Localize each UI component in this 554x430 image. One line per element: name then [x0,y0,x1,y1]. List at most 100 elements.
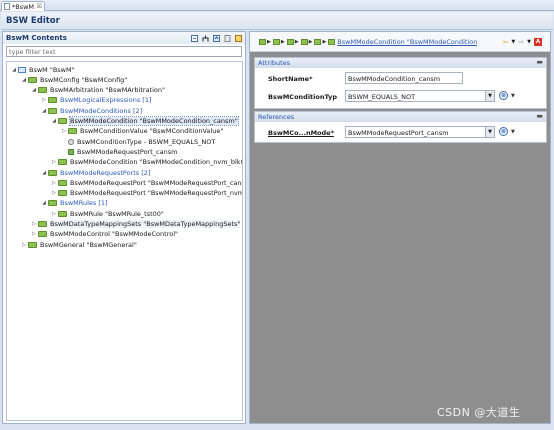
collapsed-twisty-icon[interactable]: ▷ [51,211,57,217]
tree-item[interactable]: ▷ BswMConditionValue "BswMConditionValue" [61,127,223,136]
mode-reference-label[interactable]: BswMCo...nMode* [268,129,334,137]
hierarchy-icon[interactable] [202,35,209,42]
chevron-down-icon[interactable]: ▼ [511,39,515,45]
collapsed-twisty-icon[interactable]: ▷ [31,221,37,227]
forward-icon[interactable]: ⇨ [518,38,524,46]
reset-icon[interactable]: ⊗ [499,91,508,100]
collapsed-twisty-icon[interactable]: ▷ [61,128,67,134]
folder-icon[interactable] [314,38,322,45]
tree-item[interactable]: ▷ BswMModeRequestPort "BswMModeRequestPor… [51,189,242,198]
editor-tab-bar: *BswM ☒ [0,0,554,11]
collapse-all-icon[interactable] [191,34,198,42]
expanded-twisty-icon[interactable]: ◢ [41,170,47,176]
folder-icon[interactable] [286,38,294,45]
tree-item[interactable]: ▷ BswMLogicalExpressions [1] [41,96,151,105]
close-icon[interactable]: ☒ [37,3,42,10]
folder-icon[interactable] [259,38,266,45]
dropdown-arrow-icon[interactable]: ▼ [485,91,494,101]
chevron-down-icon[interactable]: ▼ [527,39,531,45]
folder-icon [58,118,67,124]
tree-item[interactable]: ▷ BswMGeneral "BswMGeneral" [21,240,137,249]
collapsed-twisty-icon[interactable]: ▷ [51,180,57,186]
mode-reference-select[interactable]: BswMModeRequestPort_cansm ▼ [345,126,495,138]
folder-icon[interactable] [328,38,336,45]
expanded-twisty-icon[interactable]: ◢ [41,108,47,114]
collapsed-twisty-icon[interactable]: ▷ [31,231,37,237]
expanded-twisty-icon[interactable]: ◢ [41,200,47,206]
short-name-label: ShortName* [268,75,313,83]
tree-item[interactable]: ▷ BswMRule "BswMRule_tst00" [51,209,164,218]
minimize-icon[interactable]: ▬ [536,112,543,120]
chevron-down-icon[interactable]: ▼ [511,129,515,135]
tree-item[interactable]: ◢ BswMRules [1] [41,199,108,208]
reset-icon[interactable]: ⊗ [499,127,508,136]
folder-icon [28,241,37,248]
chevron-right-icon[interactable]: ▶ [322,39,326,45]
tree-item[interactable]: ▷ BswMModeRequestPort "BswMModeRequestPor… [51,178,242,187]
folder-icon [58,179,67,186]
tree-item[interactable]: ▷ BswMDataTypeMappingSets "BswMDataTypeMa… [31,220,241,229]
module-icon [18,66,26,73]
collapsed-twisty-icon[interactable]: ▷ [51,159,57,165]
tree-item-label: BswMModeRequestPort_cansm [77,147,178,156]
dropdown-arrow-icon[interactable]: ▼ [485,127,494,137]
tree-item[interactable]: ◢ BswMArbitration "BswMArbitration" [31,86,165,95]
tree-item[interactable]: ◢ BswMModeRequestPorts [2] [41,168,150,177]
tree-item[interactable]: BswMConditionType - BSWM_EQUALS_NOT [61,137,215,146]
folder-icon [28,76,37,83]
tab-bswm[interactable]: *BswM ☒ [1,1,45,11]
tree-item[interactable]: ◢ BswMModeConditions [2] [41,106,142,115]
folder-icon [38,221,47,227]
contents-tree: ◢ BswM "BswM" ◢ BswMConfig "BswMConfig" ◢ Bsw… [6,61,243,421]
folder-icon [58,190,67,197]
tree-item[interactable]: BswMModeRequestPort_cansm [61,147,177,156]
folder-icon[interactable] [300,38,308,45]
chevron-right-icon[interactable]: ▶ [281,39,285,45]
tree-item[interactable]: ▷ BswMModeControl "BswMModeControl" [31,230,178,239]
collapsed-twisty-icon[interactable]: ▷ [51,190,57,196]
tree-item[interactable]: ◢ BswMConfig "BswMConfig" [21,75,127,84]
expanded-twisty-icon[interactable]: ◢ [11,67,17,73]
filter-input[interactable]: type filter text [6,46,242,57]
watermark: CSDN @大道生 [437,406,521,419]
attributes-title: Attributes [258,59,291,67]
expanded-twisty-icon[interactable]: ◢ [51,118,57,124]
chevron-right-icon[interactable]: ▶ [267,39,271,45]
adaptive-icon[interactable]: A [534,37,542,46]
tree-item-label: BswMRules [1] [60,199,108,208]
folder-icon [58,210,67,217]
tree-item-label: BswMModeConditions [2] [60,106,143,115]
back-icon[interactable]: ⇦ [503,38,509,46]
view-menu-icon[interactable] [235,34,242,42]
tree-item-label: BswMModeControl "BswMModeControl" [50,230,178,239]
expand-icon[interactable] [213,34,220,42]
collapsed-twisty-icon[interactable]: ▷ [41,97,47,103]
tree-item-label: BswMConfig "BswMConfig" [40,75,128,84]
tree-item-label: BswMModeCondition "BswMModeCondition_can… [69,116,239,126]
document-icon[interactable] [224,34,231,42]
attributes-section: Attributes ▬ ShortName* BswMModeConditio… [254,57,547,109]
contents-title: BswM Contents [6,34,67,42]
chevron-down-icon[interactable]: ▼ [511,93,515,99]
short-name-field[interactable]: BswMModeCondition_cansm [345,72,463,84]
chevron-right-icon[interactable]: ▶ [309,39,313,45]
folder-icon [48,200,57,207]
collapsed-twisty-icon[interactable]: ▷ [21,242,27,248]
tree-item[interactable]: ▷ BswMModeCondition "BswMModeCondition_nv… [51,158,243,167]
folder-icon [48,97,57,104]
tree-item[interactable]: ◢ BswMModeCondition "BswMModeCondition_ca… [51,116,239,126]
condition-type-select[interactable]: BSWM_EQUALS_NOT ▼ [345,90,495,102]
condition-type-label: BswMConditionTyp [268,93,338,101]
tree-item-label: BswMModeCondition "BswMModeCondition_nvm… [70,158,243,167]
minimize-icon[interactable]: ▬ [536,58,543,66]
expanded-twisty-icon[interactable]: ◢ [21,77,27,83]
folder-icon[interactable] [272,38,280,45]
tab-title: *BswM [12,2,35,11]
chevron-right-icon[interactable]: ▶ [295,39,299,45]
tree-item[interactable]: ◢ BswM "BswM" [11,65,75,74]
references-title: References [258,113,295,121]
tree-item-label: BswM "BswM" [29,65,75,74]
expanded-twisty-icon[interactable]: ◢ [31,87,37,93]
breadcrumb-path[interactable]: BswMModeCondition "BswMModeCondition_c [337,38,477,46]
tree-item-label: BswMConditionType - BSWM_EQUALS_NOT [77,137,216,146]
